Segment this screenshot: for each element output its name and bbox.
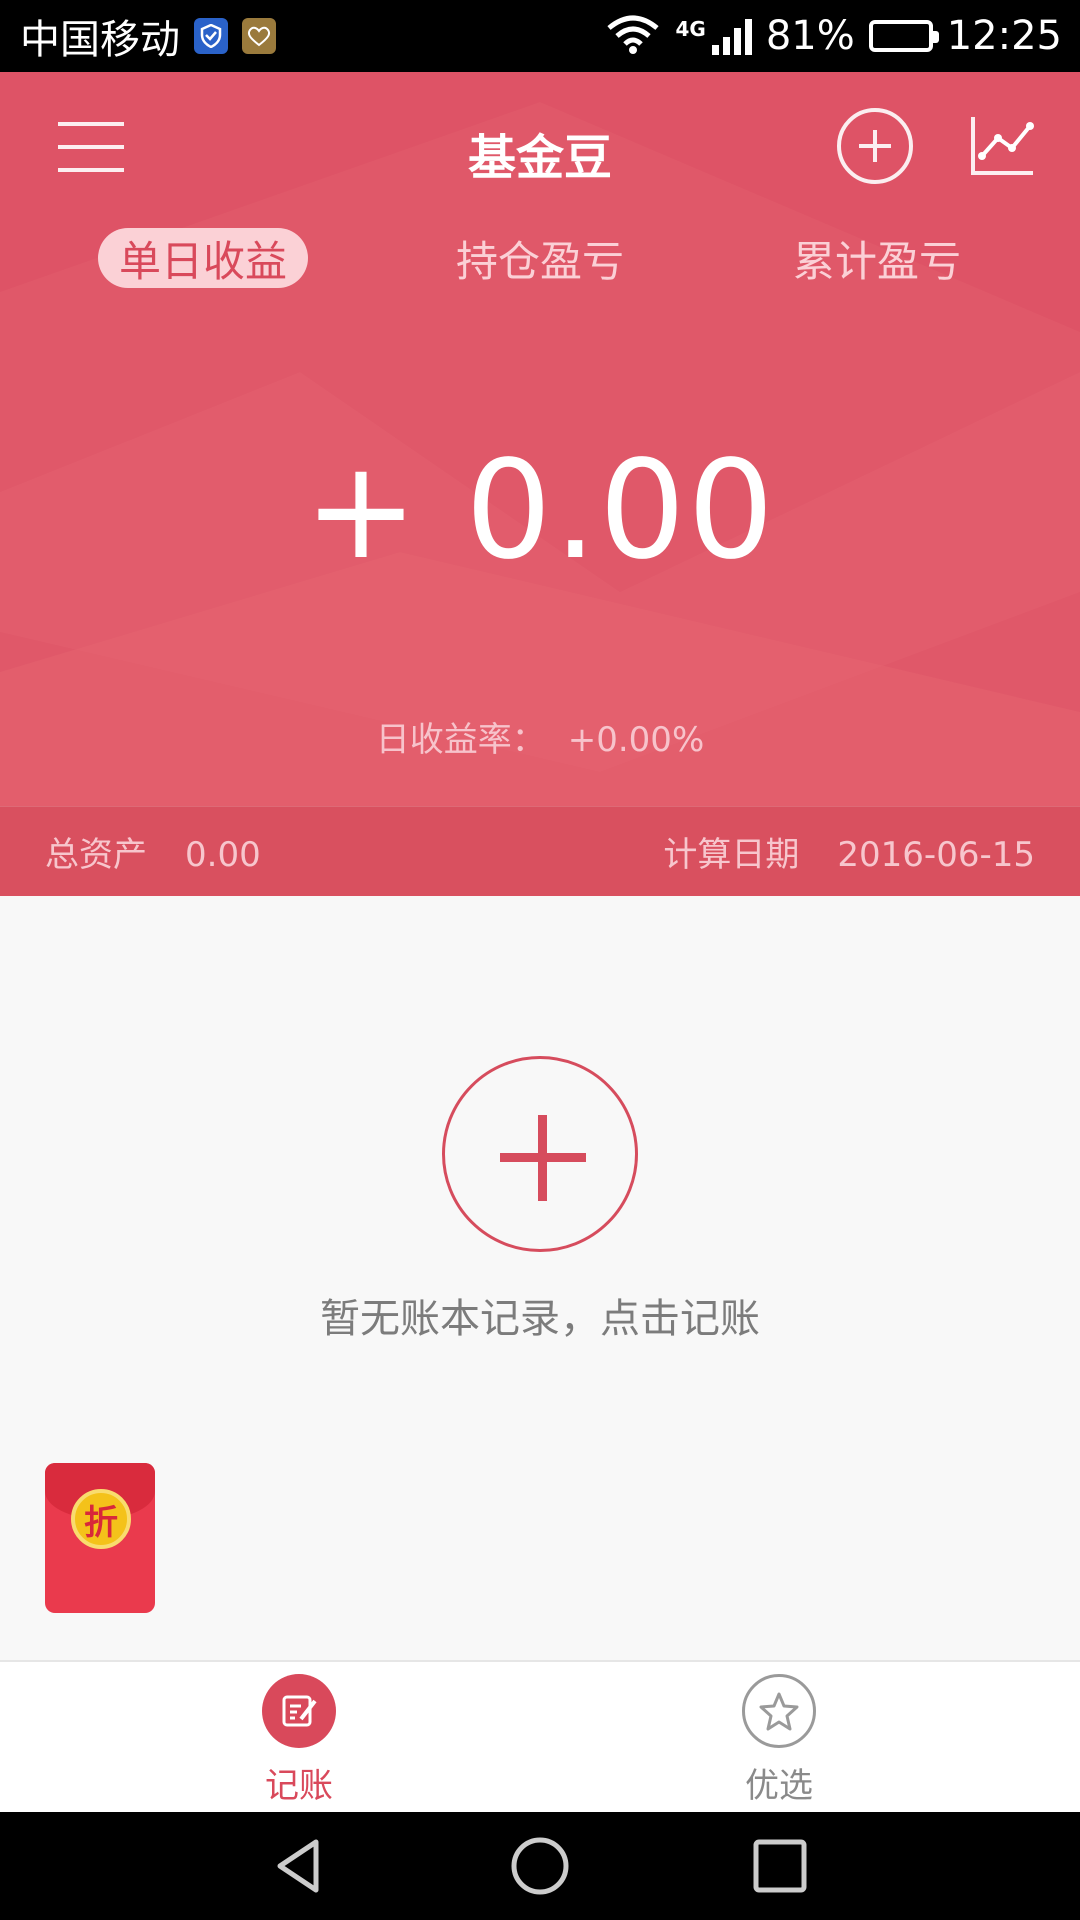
rate-value: +0.00% bbox=[567, 720, 705, 760]
add-record-icon[interactable] bbox=[442, 1056, 638, 1252]
total-assets: 总资产 0.00 bbox=[45, 827, 261, 876]
calculation-date: 计算日期 2016-06-15 bbox=[663, 827, 1035, 876]
back-icon[interactable] bbox=[268, 1834, 332, 1898]
empty-state-text[interactable]: 暂无账本记录，点击记账 bbox=[0, 1286, 1080, 1344]
health-app-icon bbox=[242, 18, 276, 54]
menu-icon[interactable] bbox=[58, 122, 124, 172]
signal-icon: 4G bbox=[675, 17, 752, 55]
red-packet-icon[interactable]: 折 bbox=[45, 1463, 155, 1613]
discount-badge: 折 bbox=[71, 1489, 131, 1549]
home-icon[interactable] bbox=[508, 1834, 572, 1898]
carrier-name: 中国移动 bbox=[20, 17, 180, 63]
nav-label-bookkeeping: 记账 bbox=[265, 1766, 333, 1806]
line-chart-icon[interactable] bbox=[970, 114, 1036, 176]
bottom-navigation: 记账 优选 bbox=[0, 1660, 1080, 1812]
total-assets-value: 0.00 bbox=[185, 835, 261, 875]
daily-return-rate: 日收益率： +0.00% bbox=[0, 712, 1080, 761]
earnings-header: 基金豆 单日收益 持仓盈亏 累计盈亏 + 0.00 日收益率： +0.00% bbox=[0, 72, 1080, 806]
daily-earnings-value: + 0.00 bbox=[304, 432, 776, 590]
wifi-icon bbox=[605, 14, 661, 58]
plus-circle-icon bbox=[859, 130, 891, 162]
nav-item-bookkeeping[interactable]: 记账 bbox=[199, 1674, 399, 1807]
rate-label: 日收益率： bbox=[375, 720, 546, 760]
nav-label-featured: 优选 bbox=[745, 1766, 813, 1806]
notebook-edit-icon bbox=[262, 1674, 336, 1748]
tab-daily-earnings[interactable]: 单日收益 bbox=[98, 228, 308, 288]
battery-icon bbox=[868, 20, 939, 52]
asset-summary-bar: 总资产 0.00 计算日期 2016-06-15 bbox=[0, 806, 1080, 896]
clock: 12:25 bbox=[946, 13, 1062, 59]
nav-item-featured[interactable]: 优选 bbox=[679, 1674, 879, 1807]
calculation-date-label: 计算日期 bbox=[663, 835, 800, 875]
add-fund-button[interactable] bbox=[837, 108, 913, 184]
page-title: 基金豆 bbox=[467, 130, 612, 186]
total-assets-label: 总资产 bbox=[45, 835, 147, 875]
battery-percent: 81% bbox=[765, 13, 855, 59]
tab-cumulative-profit[interactable]: 累计盈亏 bbox=[777, 228, 977, 288]
top-navigation: 基金豆 bbox=[0, 72, 1080, 222]
status-bar: 中国移动 4G 81% 12:25 bbox=[0, 0, 1080, 72]
recent-apps-icon[interactable] bbox=[748, 1834, 812, 1898]
earnings-tabs: 单日收益 持仓盈亏 累计盈亏 bbox=[0, 228, 1080, 288]
network-type: 4G bbox=[675, 17, 706, 41]
shield-icon bbox=[194, 18, 228, 54]
calculation-date-value: 2016-06-15 bbox=[837, 835, 1035, 875]
star-icon bbox=[742, 1674, 816, 1748]
tab-position-profit[interactable]: 持仓盈亏 bbox=[440, 228, 640, 288]
system-navigation-bar bbox=[0, 1812, 1080, 1920]
